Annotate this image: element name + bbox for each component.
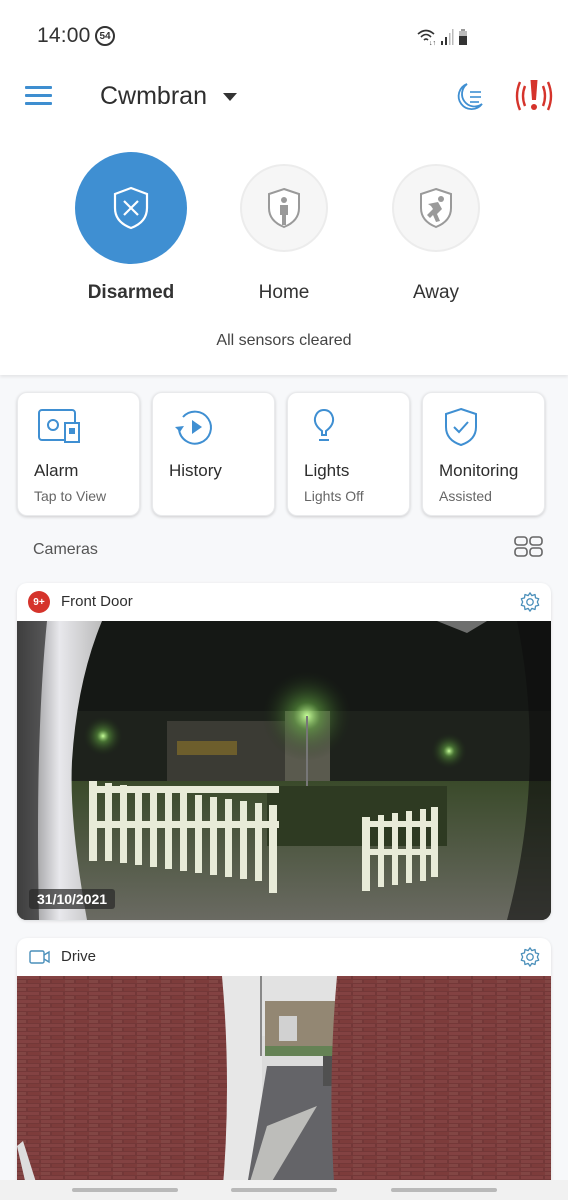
app-bar: Cwmbran <box>0 72 568 122</box>
action-card-lights[interactable]: Lights Lights Off <box>287 392 410 516</box>
camera-card-header: Drive <box>17 938 551 976</box>
cameras-section-title: Cameras <box>33 541 98 558</box>
system-nav-bar <box>0 1180 568 1200</box>
moon-list-icon[interactable] <box>452 80 486 114</box>
mode-disarmed[interactable]: Disarmed <box>56 150 206 304</box>
action-title: Monitoring <box>439 461 519 480</box>
action-title: Alarm <box>34 461 79 480</box>
location-selector[interactable]: Cwmbran <box>100 82 237 111</box>
shield-check-icon <box>445 407 477 447</box>
action-subtitle: Tap to View <box>34 488 107 504</box>
security-panel: 14:00 54 ↓↑ Cwmbran Disarmed Home Away A… <box>0 0 568 375</box>
mode-disarmed-button[interactable] <box>75 152 187 264</box>
nav-recents-button[interactable] <box>72 1188 178 1192</box>
action-card-monitoring[interactable]: Monitoring Assisted <box>422 392 545 516</box>
battery-icon <box>459 29 467 45</box>
signal-icon <box>441 29 454 45</box>
camera-card-header: 9+ Front Door <box>17 583 551 621</box>
camera-card-drive: Drive <box>17 938 551 1198</box>
action-card-alarm[interactable]: Alarm Tap to View <box>17 392 140 516</box>
notification-count-badge: 54 <box>95 26 115 46</box>
status-bar: 14:00 54 ↓↑ <box>0 0 568 70</box>
alarm-panel-icon <box>38 409 80 443</box>
video-camera-icon <box>29 950 50 964</box>
status-icons: ↓↑ <box>417 29 467 47</box>
mode-label: Away <box>412 282 460 303</box>
shield-person-icon <box>268 187 300 229</box>
mode-label: Disarmed <box>87 282 175 303</box>
mode-away[interactable]: Away <box>361 150 511 304</box>
mode-home-button[interactable] <box>240 164 328 252</box>
nav-back-button[interactable] <box>391 1188 497 1192</box>
caret-down-icon <box>222 92 237 101</box>
night-scene-image <box>17 621 551 920</box>
nav-home-button[interactable] <box>231 1188 337 1192</box>
camera-name: Front Door <box>61 593 133 610</box>
alarm-alert-icon[interactable] <box>513 78 555 114</box>
mode-home[interactable]: Home <box>209 150 359 304</box>
camera-card-front-door: 9+ Front Door 31/10/2021 <box>17 583 551 920</box>
shield-running-icon <box>420 187 452 229</box>
action-subtitle: Lights Off <box>304 488 364 504</box>
mode-away-button[interactable] <box>392 164 480 252</box>
action-subtitle: Assisted <box>439 488 492 504</box>
camera-feed-front-door[interactable]: 31/10/2021 <box>17 621 551 920</box>
event-count-badge: 9+ <box>28 591 50 613</box>
gear-icon[interactable] <box>519 591 541 613</box>
wifi-icon <box>417 29 435 41</box>
hamburger-menu-icon[interactable] <box>25 86 52 106</box>
camera-feed-drive[interactable] <box>17 976 551 1198</box>
wifi-arrows-icon: ↓↑ <box>429 40 436 47</box>
sensor-status-text: All sensors cleared <box>216 332 352 349</box>
action-card-history[interactable]: History <box>152 392 275 516</box>
grid-view-icon[interactable] <box>514 536 544 558</box>
camera-name: Drive <box>61 948 97 965</box>
gear-icon[interactable] <box>519 946 541 968</box>
action-title: History <box>169 461 222 480</box>
recording-date: 31/10/2021 <box>29 889 116 909</box>
history-play-icon <box>175 410 212 445</box>
action-title: Lights <box>304 461 350 480</box>
quick-actions: Alarm Tap to View History Lights Lights … <box>17 392 547 516</box>
arming-modes: Disarmed Home Away <box>0 150 568 320</box>
lightbulb-icon <box>313 408 335 441</box>
mode-label: Home <box>258 282 310 303</box>
shield-x-icon <box>113 186 149 230</box>
status-time: 14:00 <box>37 24 91 47</box>
location-name: Cwmbran <box>100 82 207 110</box>
day-scene-image <box>17 976 551 1198</box>
